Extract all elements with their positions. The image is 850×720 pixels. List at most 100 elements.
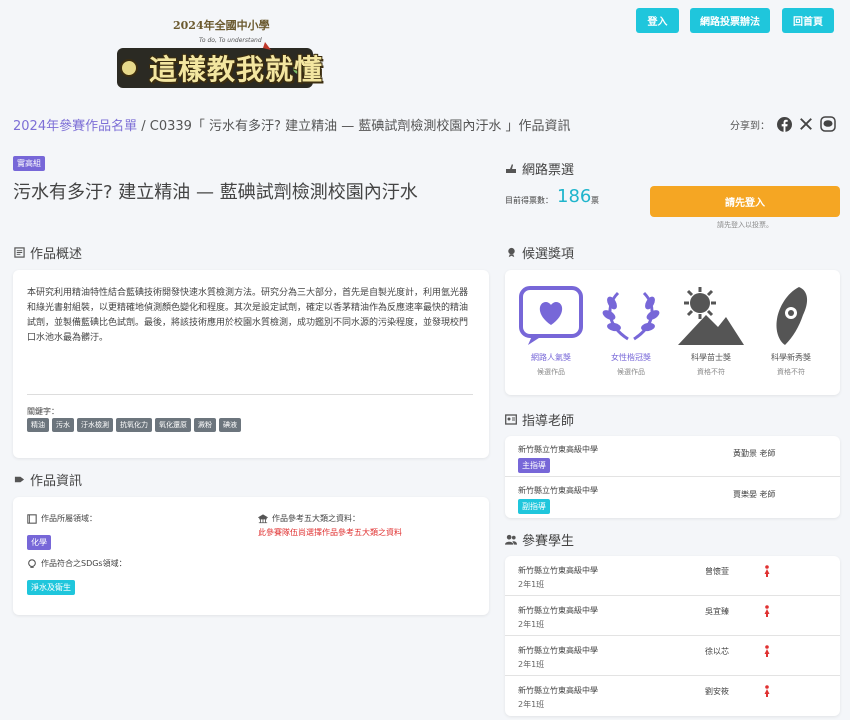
female-icon [764, 685, 770, 697]
teacher-school: 新竹縣立竹東高級中學 [518, 486, 598, 495]
login-note: 請先登入以投票。 [717, 221, 773, 229]
breadcrumb-list-link[interactable]: 2024年參賽作品名單 [13, 119, 137, 134]
teachers-heading-text: 指導老師 [522, 414, 575, 429]
award-status: 資格不符 [697, 368, 725, 376]
trophy-icon [505, 247, 517, 259]
student-name: 曾懷萱 [705, 567, 729, 576]
award-name: 科學苗士獎 [691, 353, 731, 362]
vote-count: 186 [557, 186, 592, 207]
role-badge: 主指導 [518, 458, 550, 473]
student-school: 新竹縣立竹東高級中學 [518, 606, 598, 615]
student-grade: 2年1班 [518, 620, 545, 629]
share-bar: 分享到： [730, 116, 836, 132]
info-heading-text: 作品資訊 [30, 474, 83, 489]
line-icon[interactable] [820, 116, 836, 132]
vote-count-label: 目前得票數： [505, 196, 553, 205]
vote-unit: 票 [591, 196, 599, 205]
tag-icon [13, 474, 25, 486]
field-label: 作品所屬領域： [27, 513, 97, 524]
sdgs-label: 作品符合之SDGs領域： [27, 558, 127, 569]
students-heading: 參賽學生 [505, 530, 574, 549]
teachers-card: 新竹縣立竹東高級中學 黃勤景 老師 主指導 新竹縣立竹東高級中學 賈樂晏 老師 … [505, 436, 840, 518]
teacher-name: 賈樂晏 老師 [733, 490, 776, 499]
id-card-icon [505, 414, 517, 426]
keyword-tag: 氧化還原 [155, 418, 191, 432]
laurel-icon [591, 284, 671, 348]
sun-mountain-icon [671, 284, 751, 348]
keyword-tag: 污水 [52, 418, 74, 432]
awards-heading-text: 候選獎項 [522, 247, 575, 262]
student-row: 新竹縣立竹東高級中學 2年1班 曾懷萱 [505, 556, 840, 596]
top-bar: 2024年全國中小學 To do, To understand 這樣教我就懂 登… [0, 0, 850, 100]
home-button[interactable]: 回首頁 [782, 8, 834, 33]
student-row: 新竹縣立竹東高級中學 2年1班 劉安筱 [505, 676, 840, 716]
field-badge: 化學 [27, 535, 51, 550]
site-logo[interactable]: 2024年全國中小學 To do, To understand 這樣教我就懂 [115, 12, 325, 94]
student-row: 新竹縣立竹東高級中學 2年1班 吳宜臻 [505, 596, 840, 636]
student-school: 新竹縣立竹東高級中學 [518, 686, 598, 695]
keyword-tag: 碘液 [219, 418, 241, 432]
users-icon [505, 534, 517, 546]
logo-title: 這樣教我就懂 [149, 53, 324, 86]
award-name: 科學新秀獎 [771, 353, 811, 362]
info-card: 作品所屬領域： 化學 作品符合之SDGs領域： 淨水及衛生 作品參考五大類之資料… [13, 497, 489, 615]
overview-heading-text: 作品概述 [30, 247, 83, 262]
keyword-list: 精油 污水 汙水檢測 抗氧化力 氧化還原 澱粉 碘液 [27, 418, 241, 432]
keyword-tag: 抗氧化力 [116, 418, 152, 432]
document-icon [13, 247, 25, 259]
info-heading: 作品資訊 [13, 470, 82, 489]
category-badge: 實高組 [13, 156, 45, 171]
breadcrumb-current: C0339「 污水有多汙? 建立精油 — 藍碘試劑檢測校園內汙水 」作品資訊 [149, 119, 571, 134]
breadcrumb: 2024年參賽作品名單 / C0339「 污水有多汙? 建立精油 — 藍碘試劑檢… [13, 115, 571, 134]
login-top-button[interactable]: 登入 [636, 8, 679, 33]
overview-card: 本研究利用精油特性結合藍碘技術開發快速水質檢測方法。研究分為三大部分，首先是自製… [13, 270, 489, 458]
voting-rules-button[interactable]: 網路投票辦法 [690, 8, 770, 33]
teacher-name: 黃勤景 老師 [733, 449, 776, 458]
female-icon [764, 605, 770, 617]
teacher-school: 新竹縣立竹東高級中學 [518, 445, 598, 454]
book-icon [27, 513, 37, 524]
teacher-row: 新竹縣立竹東高級中學 黃勤景 老師 主指導 [505, 436, 840, 477]
award-science-talent: 科學苗士獎 資格不符 [671, 284, 751, 377]
overview-heading: 作品概述 [13, 243, 82, 262]
vote-login-button[interactable]: 請先登入 [650, 186, 840, 217]
student-name: 劉安筱 [705, 687, 729, 696]
taiwan-map-icon [751, 284, 831, 348]
student-row: 新竹縣立竹東高級中學 2年1班 徐以芯 [505, 636, 840, 676]
award-name: 女性楷冠獎 [611, 353, 651, 362]
sdgs-badge: 淨水及衛生 [27, 580, 75, 595]
sdgs-label-text: 作品符合之SDGs領域： [41, 559, 127, 568]
abstract-text: 本研究利用精油特性結合藍碘技術開發快速水質檢測方法。研究分為三大部分，首先是自製… [27, 288, 469, 343]
field-label-text: 作品所屬領域： [41, 514, 97, 523]
bank-icon [258, 513, 268, 523]
student-grade: 2年1班 [518, 660, 545, 669]
student-grade: 2年1班 [518, 580, 545, 589]
vote-icon [505, 163, 517, 175]
female-icon [764, 645, 770, 657]
heart-chat-icon [511, 284, 591, 348]
facebook-icon[interactable] [776, 116, 792, 132]
logo-year: 2024年全國中小學 [173, 19, 270, 32]
reference-label-text: 作品參考五大類之資料： [272, 514, 360, 523]
award-female: 女性楷冠獎 候選作品 [591, 284, 671, 377]
keywords-label: 關鍵字： [27, 407, 59, 416]
divider [27, 394, 473, 395]
student-name: 吳宜臻 [705, 607, 729, 616]
keyword-tag: 精油 [27, 418, 49, 432]
keyword-tag: 澱粉 [194, 418, 216, 432]
female-icon [764, 565, 770, 577]
student-school: 新竹縣立竹東高級中學 [518, 646, 598, 655]
teacher-row: 新竹縣立竹東高級中學 賈樂晏 老師 副指導 [505, 477, 840, 518]
reference-label: 作品參考五大類之資料： [258, 513, 360, 524]
student-school: 新竹縣立竹東高級中學 [518, 566, 598, 575]
award-name: 網路人氣獎 [531, 353, 571, 362]
student-name: 徐以芯 [705, 647, 729, 656]
awards-heading: 候選獎項 [505, 243, 574, 262]
role-badge: 副指導 [518, 499, 550, 514]
awards-card: 網路人氣獎 候選作品 女性楷冠獎 候選作品 科學苗士獎 資格不符 科學新秀獎 資… [505, 270, 840, 395]
bulb-icon [28, 558, 36, 568]
x-icon[interactable] [798, 116, 814, 132]
student-grade: 2年1班 [518, 700, 545, 709]
award-status: 候選作品 [617, 368, 645, 376]
teachers-heading: 指導老師 [505, 410, 574, 429]
